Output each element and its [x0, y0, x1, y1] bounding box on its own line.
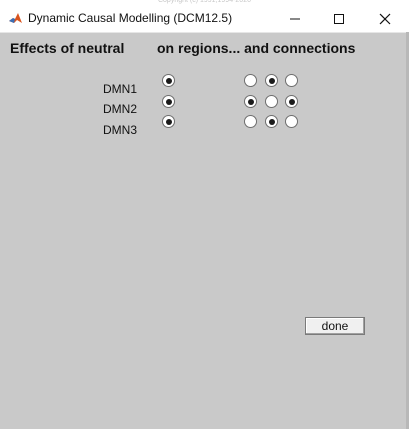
connection-radio-dmn3-2[interactable]: [265, 115, 278, 128]
connection-radio-dmn2-3[interactable]: [285, 95, 298, 108]
minimize-button[interactable]: [280, 8, 310, 30]
close-icon: [379, 13, 391, 25]
region-radio-dmn1[interactable]: [162, 74, 175, 87]
connection-radio-dmn1-1[interactable]: [244, 74, 257, 87]
region-label-dmn3: DMN3: [102, 123, 137, 137]
minimize-icon: [290, 18, 300, 20]
done-button[interactable]: done: [305, 317, 365, 335]
region-radio-dmn3[interactable]: [162, 115, 175, 128]
maximize-button[interactable]: [324, 8, 354, 30]
connection-radio-dmn2-2[interactable]: [265, 95, 278, 108]
connection-radio-dmn1-3[interactable]: [285, 74, 298, 87]
region-label-dmn2: DMN2: [102, 102, 137, 116]
dcm-window: Copyright (c) 1991,1994-2020 Dynamic Cau…: [0, 0, 409, 429]
maximize-icon: [334, 14, 344, 24]
region-label-dmn1: DMN1: [102, 82, 137, 96]
title-bar[interactable]: Dynamic Causal Modelling (DCM12.5): [0, 4, 409, 33]
effects-heading: Effects of neutral: [10, 40, 125, 56]
close-button[interactable]: [370, 8, 400, 30]
connection-radio-dmn1-2[interactable]: [265, 74, 278, 87]
region-radio-dmn2[interactable]: [162, 95, 175, 108]
regions-connections-heading: on regions... and connections: [157, 40, 356, 56]
connection-radio-dmn2-1[interactable]: [244, 95, 257, 108]
matlab-icon: [8, 11, 23, 26]
connection-radio-dmn3-1[interactable]: [244, 115, 257, 128]
window-title: Dynamic Causal Modelling (DCM12.5): [28, 11, 233, 25]
connection-radio-dmn3-3[interactable]: [285, 115, 298, 128]
